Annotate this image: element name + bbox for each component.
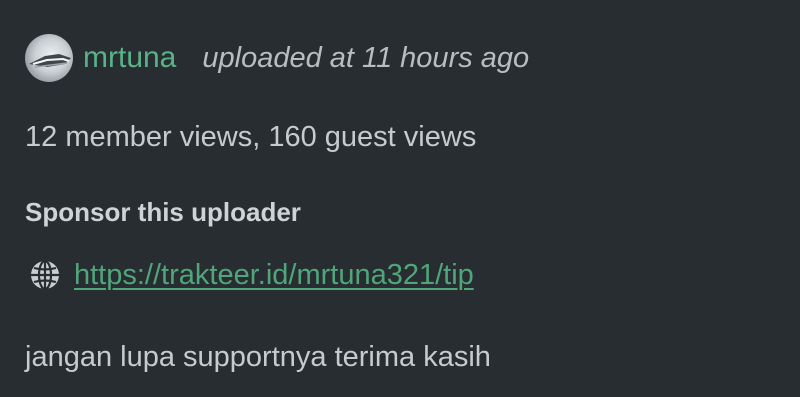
- upload-description: jangan lupa supportnya terima kasih: [25, 341, 491, 373]
- view-count-text: 12 member views, 160 guest views: [25, 121, 477, 153]
- globe-icon: [31, 259, 59, 291]
- avatar-image: [29, 54, 71, 68]
- avatar[interactable]: [25, 34, 73, 82]
- upload-time-text: uploaded at 11 hours ago: [202, 41, 530, 74]
- sponsor-link-row: https://trakteer.id/mrtuna321/tip: [29, 259, 474, 291]
- sponsor-link[interactable]: https://trakteer.id/mrtuna321/tip: [74, 260, 474, 290]
- uploader-row: mrtuna uploaded at 11 hours ago: [25, 34, 530, 82]
- upload-info-panel: mrtuna uploaded at 11 hours ago 12 membe…: [0, 0, 800, 397]
- sponsor-heading: Sponsor this uploader: [25, 197, 301, 227]
- uploader-username-link[interactable]: mrtuna: [83, 43, 176, 73]
